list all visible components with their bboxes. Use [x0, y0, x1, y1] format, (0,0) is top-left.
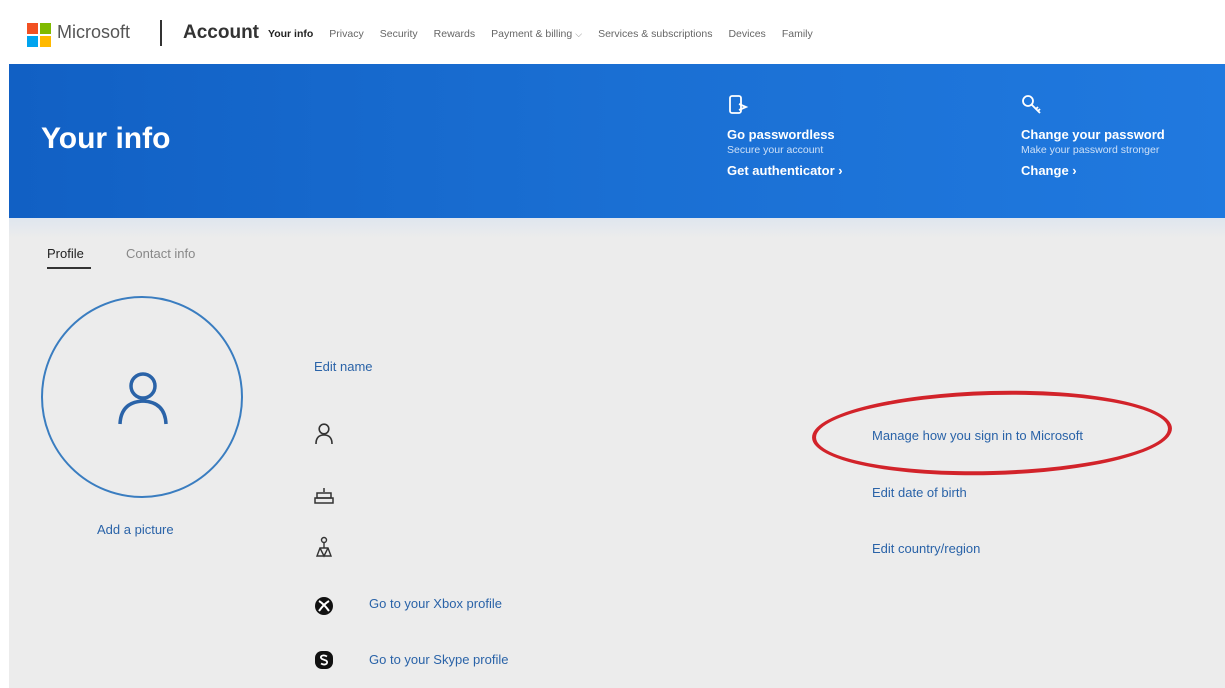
nav-rewards[interactable]: Rewards — [434, 28, 475, 40]
profile-content: Profile Contact info Add a picture Edit … — [9, 238, 1225, 688]
xbox-icon — [314, 596, 334, 616]
edit-name-link[interactable]: Edit name — [314, 359, 373, 374]
person-icon — [118, 372, 168, 425]
tab-contact-info[interactable]: Contact info — [126, 246, 195, 261]
change-password-link[interactable]: Change › — [1021, 163, 1211, 178]
edit-country-region-link[interactable]: Edit country/region — [872, 541, 980, 556]
get-authenticator-link[interactable]: Get authenticator › — [727, 163, 917, 178]
microsoft-logo-icon[interactable] — [27, 23, 51, 47]
nav-family[interactable]: Family — [782, 28, 813, 40]
passwordless-subtitle: Secure your account — [727, 144, 824, 156]
nav-services-subscriptions[interactable]: Services & subscriptions — [598, 28, 712, 40]
page-title: Your info — [41, 122, 171, 155]
highlight-annotation-ring — [810, 386, 1174, 480]
skype-profile-link[interactable]: Go to your Skype profile — [369, 652, 508, 667]
avatar[interactable] — [41, 296, 243, 498]
nav-security[interactable]: Security — [380, 28, 418, 40]
person-icon — [314, 423, 334, 445]
chevron-down-icon: ⌵ — [575, 29, 583, 39]
passwordless-promo: Go passwordless Secure your account Get … — [727, 94, 917, 178]
skype-icon — [314, 650, 334, 670]
banner-shadow — [9, 218, 1225, 238]
change-password-promo: Change your password Make your password … — [1021, 94, 1211, 178]
key-icon — [1022, 95, 1041, 114]
your-info-banner: Your info Go passwordless Secure your ac… — [9, 64, 1225, 218]
brand-divider — [160, 20, 162, 46]
account-nav: Your info Privacy Security Rewards Payme… — [268, 28, 829, 40]
brand-name[interactable]: Microsoft — [57, 22, 130, 43]
change-password-subtitle: Make your password stronger — [1021, 144, 1160, 156]
active-tab-indicator — [47, 267, 91, 269]
nav-devices[interactable]: Devices — [728, 28, 765, 40]
location-icon — [314, 536, 334, 558]
product-name[interactable]: Account — [183, 22, 259, 44]
top-navigation: Microsoft Account Your info Privacy Secu… — [0, 0, 1225, 64]
xbox-profile-link[interactable]: Go to your Xbox profile — [369, 596, 502, 611]
passwordless-phone-icon — [729, 95, 749, 114]
passwordless-title: Go passwordless — [727, 127, 835, 142]
nav-your-info[interactable]: Your info — [268, 28, 313, 40]
nav-privacy[interactable]: Privacy — [329, 28, 363, 40]
edit-date-of-birth-link[interactable]: Edit date of birth — [872, 485, 967, 500]
add-picture-link[interactable]: Add a picture — [97, 522, 174, 537]
nav-payment-billing-label: Payment & billing — [491, 28, 573, 40]
change-password-title: Change your password — [1021, 127, 1165, 142]
nav-payment-billing[interactable]: Payment & billing ⌵ — [491, 28, 582, 40]
tab-profile[interactable]: Profile — [47, 246, 84, 261]
birthday-cake-icon — [314, 485, 334, 505]
